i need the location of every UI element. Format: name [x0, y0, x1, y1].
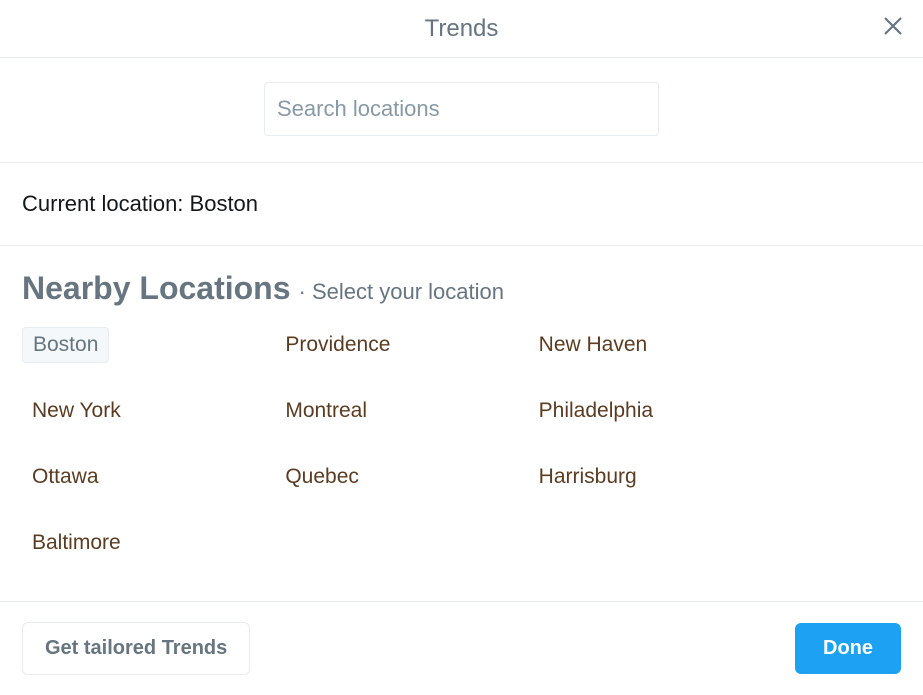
nearby-header: Nearby Locations · Select your location	[22, 270, 901, 307]
modal-title: Trends	[425, 15, 499, 43]
get-tailored-trends-button[interactable]: Get tailored Trends	[22, 622, 250, 675]
location-item[interactable]: Baltimore	[22, 525, 131, 561]
location-item[interactable]: Philadelphia	[529, 393, 663, 429]
location-item[interactable]: New York	[22, 393, 131, 429]
nearby-subtitle: · Select your location	[299, 279, 504, 305]
close-icon[interactable]	[881, 14, 905, 43]
current-location-prefix: Current location:	[22, 191, 190, 216]
nearby-title: Nearby Locations	[22, 270, 291, 307]
location-item[interactable]: Quebec	[275, 459, 369, 495]
location-item[interactable]: Harrisburg	[529, 459, 647, 495]
current-location-label: Current location: Boston	[22, 191, 258, 216]
nearby-separator: ·	[299, 279, 312, 304]
locations-grid: Boston Providence New Haven New York Montrea…	[22, 327, 782, 561]
modal-header: Trends	[0, 0, 923, 58]
current-location-section: Current location: Boston	[0, 163, 923, 246]
location-item[interactable]: New Haven	[529, 327, 658, 363]
location-item[interactable]: Ottawa	[22, 459, 109, 495]
location-item[interactable]: Providence	[275, 327, 400, 363]
nearby-subtitle-text: Select your location	[312, 279, 504, 304]
search-section	[0, 58, 923, 163]
nearby-section: Nearby Locations · Select your location …	[0, 246, 923, 581]
search-input[interactable]	[264, 82, 659, 136]
location-item[interactable]: Montreal	[275, 393, 377, 429]
location-item[interactable]: Boston	[22, 327, 109, 363]
done-button[interactable]: Done	[795, 623, 901, 674]
current-location-value: Boston	[190, 191, 259, 216]
modal-footer: Get tailored Trends Done	[0, 601, 923, 695]
